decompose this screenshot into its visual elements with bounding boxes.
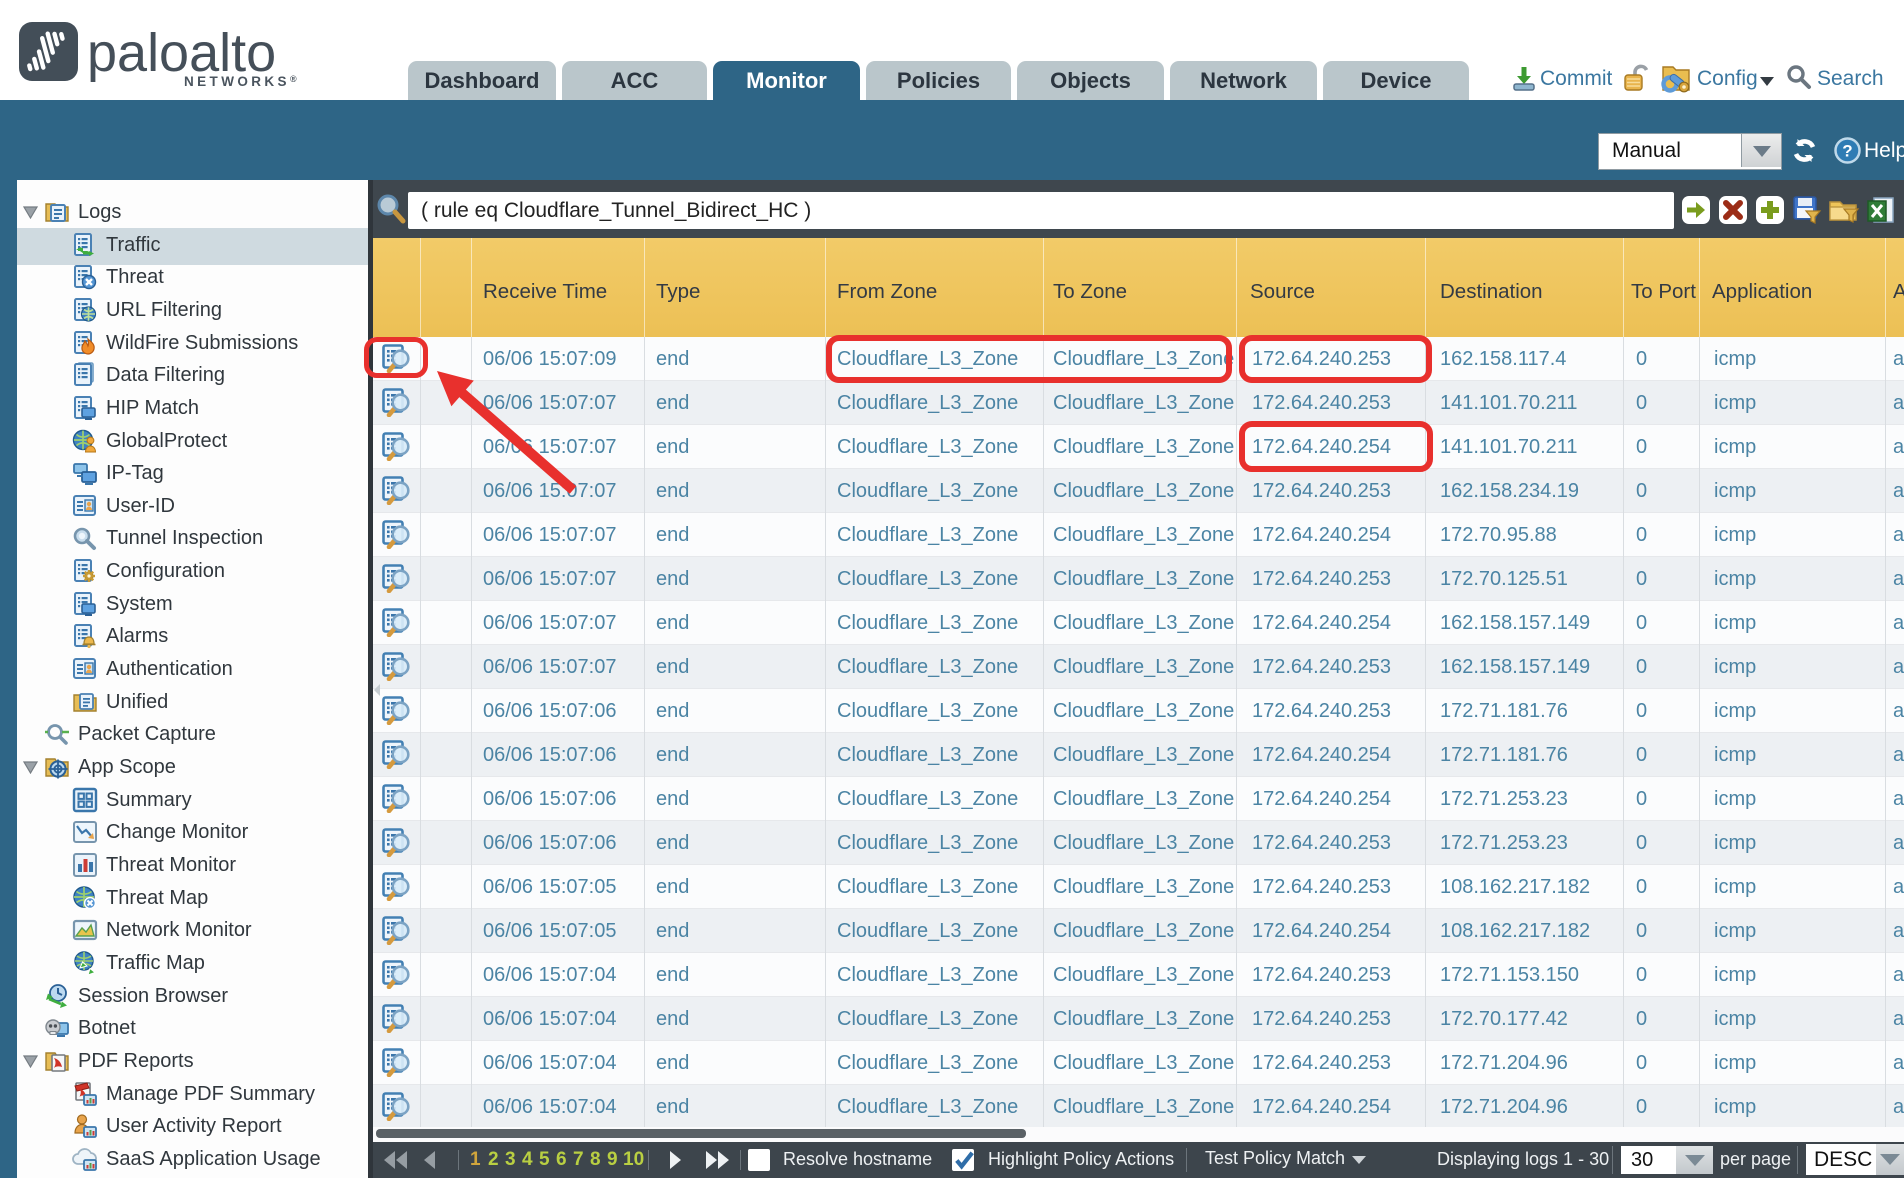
svg-text:?: ? xyxy=(1842,142,1852,161)
